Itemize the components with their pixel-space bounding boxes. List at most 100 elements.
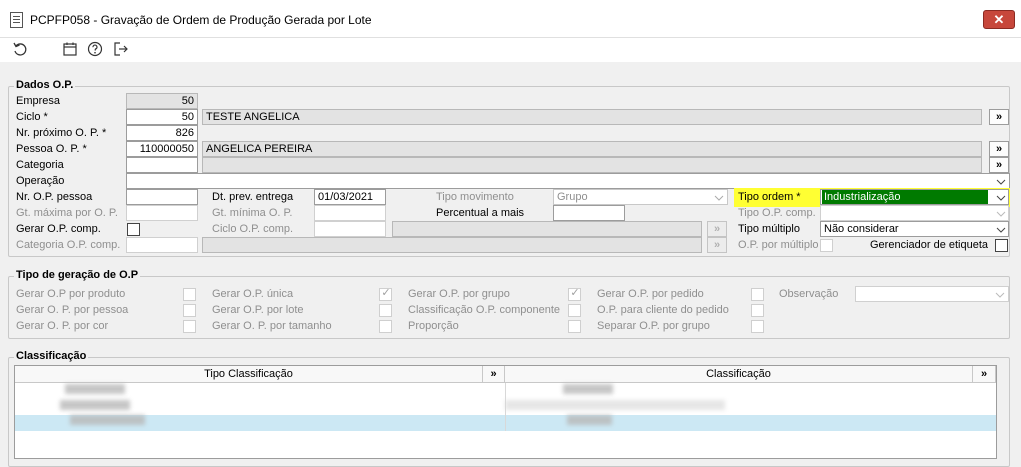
percentual-a-mais-field[interactable] xyxy=(553,205,625,221)
op-por-multiplo-label: O.P. por múltiplo xyxy=(738,239,819,251)
gt-maxima-field xyxy=(126,205,198,221)
tipo-geracao-option-label: Gerar O.P por produto xyxy=(16,288,126,300)
tipo-geracao-option-label: Gerar O. P. por pessoa xyxy=(16,304,129,316)
tipo-geracao-option-label: Gerar O. P. por cor xyxy=(16,320,109,332)
tipo-geracao-option-checkbox xyxy=(379,320,392,333)
categoria-op-comp-label: Categoria O.P. comp. xyxy=(16,239,121,251)
dt-prev-entrega-label: Dt. prev. entrega xyxy=(212,191,294,203)
op-por-multiplo-checkbox xyxy=(820,239,833,252)
ciclo-description: TESTE ANGELICA xyxy=(202,109,982,125)
redacted-cell xyxy=(567,415,612,425)
empresa-label: Empresa xyxy=(16,95,61,107)
categoria-label: Categoria xyxy=(16,159,64,171)
tipo-geracao-option-checkbox xyxy=(183,320,196,333)
observacao-chevron-down-icon xyxy=(995,292,1005,298)
gt-minima-field xyxy=(314,205,386,221)
tipo-classificacao-header-button[interactable]: » xyxy=(483,366,505,383)
tipo-geracao-option-checkbox xyxy=(183,288,196,301)
tipo-ordem-chevron-down-icon[interactable] xyxy=(996,193,1006,203)
tipo-ordem-label: Tipo ordem * xyxy=(738,191,801,203)
operacao-label: Operação xyxy=(16,175,65,187)
tipo-op-comp-select xyxy=(820,205,1009,221)
tipo-geracao-option-checkbox: ✓ xyxy=(568,287,581,301)
calendar-icon[interactable] xyxy=(61,40,79,58)
tipo-geracao-option-label: Gerar O.P. por grupo xyxy=(408,288,510,300)
categoria-description xyxy=(202,157,982,173)
column-divider xyxy=(505,383,506,431)
tipo-geracao-option-label: Gerar O.P. por lote xyxy=(212,304,304,316)
gerar-op-comp-checkbox[interactable] xyxy=(127,223,140,236)
redacted-cell xyxy=(70,415,145,425)
column-header-classificacao[interactable]: Classificação xyxy=(505,366,973,383)
tipo-geracao-option-checkbox xyxy=(751,320,764,333)
classificacao-legend: Classificação xyxy=(14,350,89,363)
redacted-cell xyxy=(505,400,725,410)
categoria-op-comp-field xyxy=(126,237,198,253)
tipo-geracao-option-checkbox xyxy=(751,288,764,301)
tipo-geracao-option-label: Proporção xyxy=(408,320,459,332)
tipo-geracao-option-checkbox: ✓ xyxy=(379,287,392,301)
tipo-multiplo-chevron-down-icon[interactable] xyxy=(996,225,1006,235)
tipo-geracao-option-checkbox xyxy=(751,304,764,317)
classificacao-grid[interactable]: Tipo Classificação » Classificação » xyxy=(14,365,997,459)
tipo-multiplo-label: Tipo múltiplo xyxy=(738,223,800,235)
close-button[interactable]: ✕ xyxy=(983,10,1015,29)
nr-proximo-field[interactable]: 826 xyxy=(126,125,198,141)
pessoa-field[interactable]: 110000050 xyxy=(126,141,198,157)
tipo-movimento-select: Grupo xyxy=(553,189,728,205)
tipo-geracao-option-label: Classificação O.P. componente xyxy=(408,304,561,316)
redacted-cell xyxy=(60,400,130,410)
pessoa-description: ANGELICA PEREIRA xyxy=(202,141,982,157)
tipo-geracao-option-label: Separar O.P. por grupo xyxy=(597,320,710,332)
tipo-geracao-option-label: Gerar O.P. única xyxy=(212,288,294,300)
gerenciador-etiqueta-checkbox[interactable] xyxy=(995,239,1008,252)
ciclo-label: Ciclo * xyxy=(16,111,48,123)
tipo-movimento-chevron-down-icon xyxy=(714,195,724,201)
tipo-op-comp-chevron-down-icon xyxy=(996,211,1006,217)
categoria-lookup-button[interactable]: » xyxy=(989,157,1009,173)
window-app-icon xyxy=(10,12,23,28)
window-title: PCPFP058 - Gravação de Ordem de Produção… xyxy=(30,13,372,27)
tipo-geracao-legend: Tipo de geração de O.P xyxy=(14,269,141,282)
ciclo-lookup-button[interactable]: » xyxy=(989,109,1009,125)
ciclo-op-comp-lookup-button: » xyxy=(707,221,727,237)
column-header-tipo-classificacao[interactable]: Tipo Classificação xyxy=(15,366,483,383)
pessoa-lookup-button[interactable]: » xyxy=(989,141,1009,157)
exit-icon[interactable] xyxy=(112,40,130,58)
tipo-geracao-option-label: O.P. para cliente do pedido xyxy=(597,304,729,316)
toolbar xyxy=(0,38,1021,62)
operacao-chevron-down-icon[interactable] xyxy=(996,177,1006,187)
empresa-field: 50 xyxy=(126,93,198,109)
operacao-select[interactable] xyxy=(126,173,1010,189)
tipo-geracao-option-checkbox xyxy=(568,304,581,317)
tipo-geracao-option-label: Gerar O.P. por pedido xyxy=(597,288,704,300)
nr-op-pessoa-field[interactable] xyxy=(126,189,198,205)
categoria-op-comp-lookup-button: » xyxy=(707,237,727,253)
classificacao-header-button[interactable]: » xyxy=(973,366,996,383)
tipo-multiplo-select[interactable]: Não considerar xyxy=(820,221,1009,237)
ciclo-op-comp-description xyxy=(392,221,702,237)
nr-proximo-label: Nr. próximo O. P. * xyxy=(16,127,107,139)
checkmark-icon: ✓ xyxy=(381,287,391,299)
redacted-cell xyxy=(65,384,125,394)
observacao-select xyxy=(855,286,1009,302)
observacao-label: Observação xyxy=(779,288,839,300)
dt-prev-entrega-field[interactable]: 01/03/2021 xyxy=(314,189,386,205)
tipo-ordem-value: Industrialização xyxy=(822,190,988,204)
gerar-op-comp-label: Gerar O.P. comp. xyxy=(16,223,101,235)
tipo-geracao-option-checkbox xyxy=(568,320,581,333)
tipo-ordem-select[interactable]: Industrialização xyxy=(820,189,1009,205)
ciclo-op-comp-label: Ciclo O.P. comp. xyxy=(212,223,294,235)
nr-op-pessoa-label: Nr. O.P. pessoa xyxy=(16,191,93,203)
help-icon[interactable] xyxy=(86,40,104,58)
categoria-field[interactable] xyxy=(126,157,198,173)
ciclo-field[interactable]: 50 xyxy=(126,109,198,125)
tipo-geracao-option-checkbox xyxy=(183,304,196,317)
tipo-geracao-option-checkbox xyxy=(379,304,392,317)
gerenciador-etiqueta-label: Gerenciador de etiqueta xyxy=(870,239,989,251)
tipo-geracao-option-label: Gerar O. P. por tamanho xyxy=(212,320,332,332)
redacted-cell xyxy=(563,384,613,394)
refresh-icon[interactable] xyxy=(11,40,29,58)
gt-maxima-label: Gt. máxima por O. P. xyxy=(16,207,118,219)
pessoa-label: Pessoa O. P. * xyxy=(16,143,87,155)
